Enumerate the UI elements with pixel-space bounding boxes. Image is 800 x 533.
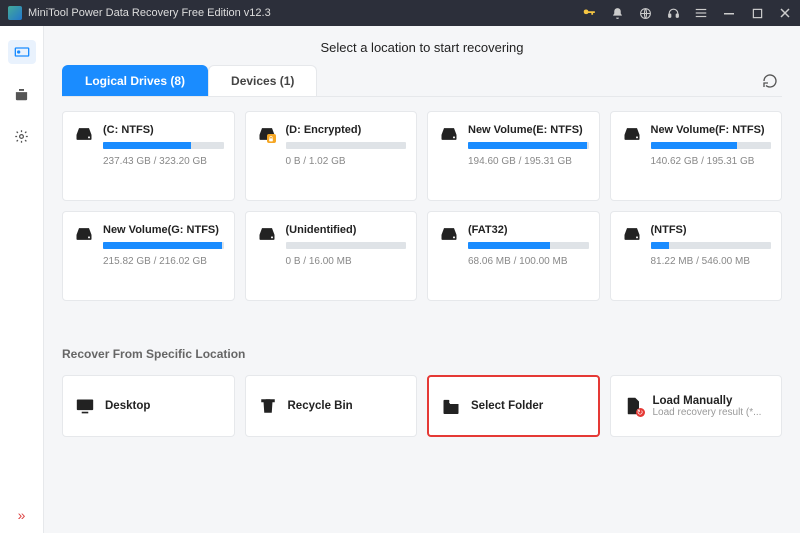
drive-name: (C: NTFS) bbox=[103, 124, 224, 136]
drive-size: 68.06 MB / 100.00 MB bbox=[468, 256, 589, 267]
location-desktop[interactable]: Desktop bbox=[62, 375, 235, 437]
headset-icon[interactable] bbox=[666, 6, 680, 20]
bell-icon[interactable] bbox=[610, 6, 624, 20]
location-label: Desktop bbox=[105, 400, 222, 412]
drive-size: 140.62 GB / 195.31 GB bbox=[651, 156, 772, 167]
drive-icon bbox=[73, 224, 95, 286]
location-load-manually[interactable]: ↻ Load Manually Load recovery result (*.… bbox=[610, 375, 783, 437]
drive-icon bbox=[256, 224, 278, 286]
sidebar-expand-button[interactable]: » bbox=[18, 507, 26, 523]
drive-name: (FAT32) bbox=[468, 224, 589, 236]
drive-name: New Volume(G: NTFS) bbox=[103, 224, 224, 236]
drive-card[interactable]: (C: NTFS) 237.43 GB / 323.20 GB bbox=[62, 111, 235, 201]
title-bar: MiniTool Power Data Recovery Free Editio… bbox=[0, 0, 800, 26]
window-title: MiniTool Power Data Recovery Free Editio… bbox=[28, 7, 582, 19]
drive-card[interactable]: New Volume(G: NTFS) 215.82 GB / 216.02 GB bbox=[62, 211, 235, 301]
location-select-folder[interactable]: Select Folder bbox=[427, 375, 600, 437]
drive-card[interactable]: (NTFS) 81.22 MB / 546.00 MB bbox=[610, 211, 783, 301]
usage-bar bbox=[103, 242, 224, 249]
refresh-button[interactable] bbox=[758, 69, 782, 93]
usage-bar bbox=[286, 242, 407, 249]
drive-card[interactable]: (FAT32) 68.06 MB / 100.00 MB bbox=[427, 211, 600, 301]
folder-icon bbox=[441, 396, 461, 416]
minimize-button[interactable] bbox=[722, 6, 736, 20]
drive-name: New Volume(E: NTFS) bbox=[468, 124, 589, 136]
drive-card[interactable]: New Volume(E: NTFS) 194.60 GB / 195.31 GB bbox=[427, 111, 600, 201]
close-button[interactable] bbox=[778, 6, 792, 20]
lock-icon bbox=[267, 134, 276, 143]
sidebar: » bbox=[0, 26, 44, 533]
tab-bar: Logical Drives (8) Devices (1) bbox=[62, 65, 782, 97]
drive-size: 0 B / 1.02 GB bbox=[286, 156, 407, 167]
location-sublabel: Load recovery result (*... bbox=[653, 407, 770, 418]
sidebar-item-recovery[interactable] bbox=[8, 40, 36, 64]
usage-bar bbox=[468, 242, 589, 249]
specific-location-title: Recover From Specific Location bbox=[62, 347, 782, 361]
maximize-button[interactable] bbox=[750, 6, 764, 20]
location-recycle-bin[interactable]: Recycle Bin bbox=[245, 375, 418, 437]
trash-icon bbox=[258, 396, 278, 416]
main-content: Select a location to start recovering Lo… bbox=[44, 26, 800, 533]
usage-bar bbox=[651, 242, 772, 249]
drive-card[interactable]: New Volume(F: NTFS) 140.62 GB / 195.31 GB bbox=[610, 111, 783, 201]
sidebar-item-settings[interactable] bbox=[8, 124, 36, 148]
tab-devices[interactable]: Devices (1) bbox=[208, 65, 317, 96]
location-label: Load Manually bbox=[653, 395, 770, 407]
drive-grid: (C: NTFS) 237.43 GB / 323.20 GB (D: Encryp… bbox=[62, 111, 782, 301]
usage-bar bbox=[103, 142, 224, 149]
usage-bar bbox=[651, 142, 772, 149]
location-label: Recycle Bin bbox=[288, 400, 405, 412]
drive-name: (D: Encrypted) bbox=[286, 124, 407, 136]
key-icon[interactable] bbox=[582, 6, 596, 20]
sidebar-item-toolbox[interactable] bbox=[8, 82, 36, 106]
tab-logical-drives[interactable]: Logical Drives (8) bbox=[62, 65, 208, 96]
drive-name: (NTFS) bbox=[651, 224, 772, 236]
drive-size: 237.43 GB / 323.20 GB bbox=[103, 156, 224, 167]
document-icon: ↻ bbox=[623, 396, 643, 416]
menu-icon[interactable] bbox=[694, 6, 708, 20]
drive-card[interactable]: (D: Encrypted) 0 B / 1.02 GB bbox=[245, 111, 418, 201]
drive-name: (Unidentified) bbox=[286, 224, 407, 236]
location-label: Select Folder bbox=[471, 400, 586, 412]
drive-icon bbox=[621, 224, 643, 286]
drive-size: 194.60 GB / 195.31 GB bbox=[468, 156, 589, 167]
drive-size: 81.22 MB / 546.00 MB bbox=[651, 256, 772, 267]
drive-icon bbox=[621, 124, 643, 186]
drive-name: New Volume(F: NTFS) bbox=[651, 124, 772, 136]
drive-card[interactable]: (Unidentified) 0 B / 16.00 MB bbox=[245, 211, 418, 301]
drive-icon bbox=[438, 224, 460, 286]
desktop-icon bbox=[75, 396, 95, 416]
drive-icon bbox=[438, 124, 460, 186]
drive-size: 0 B / 16.00 MB bbox=[286, 256, 407, 267]
globe-icon[interactable] bbox=[638, 6, 652, 20]
usage-bar bbox=[468, 142, 589, 149]
drive-icon bbox=[73, 124, 95, 186]
drive-size: 215.82 GB / 216.02 GB bbox=[103, 256, 224, 267]
page-title: Select a location to start recovering bbox=[62, 40, 782, 55]
drive-icon bbox=[256, 124, 278, 186]
app-logo-icon bbox=[8, 6, 22, 20]
usage-bar bbox=[286, 142, 407, 149]
